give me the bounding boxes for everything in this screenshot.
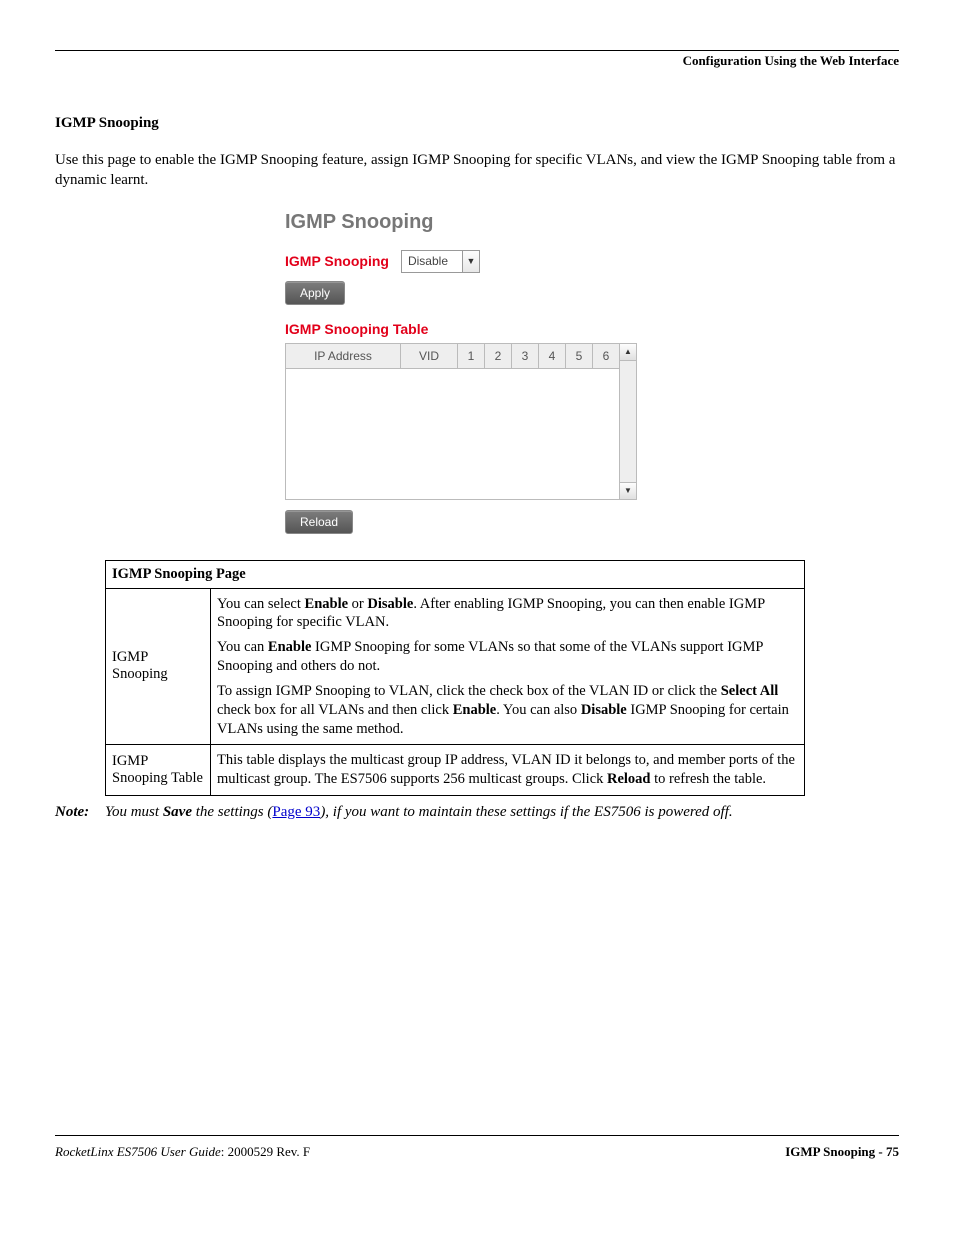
- col-5: 5: [566, 343, 593, 368]
- col-2: 2: [485, 343, 512, 368]
- note: Note: You must Save the settings (Page 9…: [55, 802, 899, 822]
- scroll-up-icon[interactable]: ▲: [620, 344, 636, 361]
- scroll-track[interactable]: [620, 361, 636, 482]
- igmp-snooping-table: IP Address VID 1 2 3 4 5 6: [285, 343, 620, 500]
- col-ip-address: IP Address: [286, 343, 401, 368]
- doc-table-title: IGMP Snooping Page: [106, 560, 805, 588]
- col-3: 3: [512, 343, 539, 368]
- col-4: 4: [539, 343, 566, 368]
- note-text: the settings (: [192, 804, 272, 820]
- igmp-snooping-select[interactable]: Disable ▼: [401, 250, 480, 273]
- footer-left-italic: RocketLinx ES7506 User Guide: [55, 1144, 221, 1159]
- embedded-screenshot: IGMP Snooping IGMP Snooping Disable ▼ Ap…: [285, 211, 899, 534]
- doc-table: IGMP Snooping Page IGMP Snooping You can…: [105, 560, 805, 797]
- page-footer: RocketLinx ES7506 User Guide: 2000529 Re…: [55, 1135, 899, 1160]
- reload-button[interactable]: Reload: [285, 510, 353, 534]
- col-6: 6: [593, 343, 620, 368]
- scroll-down-icon[interactable]: ▼: [620, 482, 636, 499]
- row-desc: You can select Enable or Disable. After …: [211, 588, 805, 745]
- row-label: IGMP Snooping: [106, 588, 211, 745]
- footer-left-plain: : 2000529 Rev. F: [221, 1144, 310, 1159]
- row-desc: This table displays the multicast group …: [211, 745, 805, 796]
- note-text: ), if you want to maintain these setting…: [320, 804, 732, 820]
- igmp-snooping-table-heading: IGMP Snooping Table: [285, 321, 899, 337]
- intro-paragraph: Use this page to enable the IGMP Snoopin…: [55, 150, 899, 191]
- note-text: You must: [105, 804, 163, 820]
- table-body-empty: [286, 368, 620, 499]
- section-heading: IGMP Snooping: [55, 115, 899, 132]
- note-body: You must Save the settings (Page 93), if…: [105, 802, 899, 822]
- chevron-down-icon: ▼: [462, 251, 479, 272]
- col-vid: VID: [401, 343, 458, 368]
- screenshot-title: IGMP Snooping: [285, 211, 899, 234]
- table-scrollbar[interactable]: ▲ ▼: [620, 343, 637, 500]
- table-row: IGMP Snooping You can select Enable or D…: [106, 588, 805, 745]
- note-save: Save: [163, 804, 192, 820]
- page-link[interactable]: Page 93: [272, 804, 320, 820]
- table-row: IGMP Snooping Table This table displays …: [106, 745, 805, 796]
- row-label: IGMP Snooping Table: [106, 745, 211, 796]
- page-header-right: Configuration Using the Web Interface: [55, 53, 899, 73]
- igmp-snooping-setting-label: IGMP Snooping: [285, 253, 389, 269]
- igmp-snooping-select-value: Disable: [402, 254, 462, 268]
- apply-button[interactable]: Apply: [285, 281, 345, 305]
- col-1: 1: [458, 343, 485, 368]
- note-label: Note:: [55, 802, 105, 822]
- footer-right: IGMP Snooping - 75: [785, 1144, 899, 1160]
- footer-left: RocketLinx ES7506 User Guide: 2000529 Re…: [55, 1144, 310, 1160]
